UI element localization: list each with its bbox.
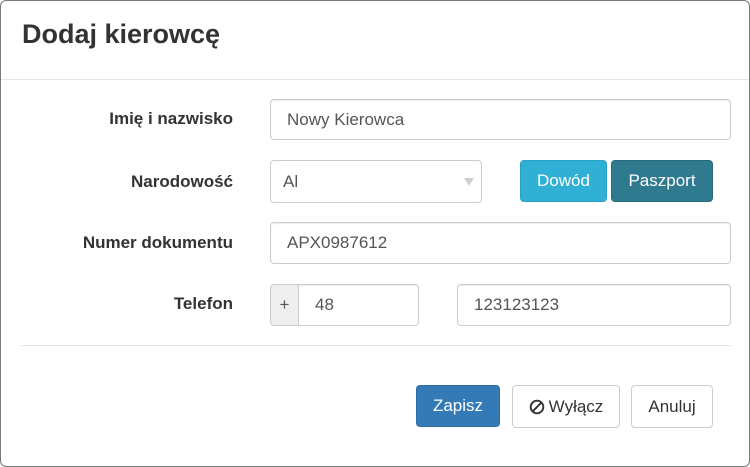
disable-button-label: Wyłącz	[548, 396, 604, 416]
phone-prefix-addon: +	[270, 284, 299, 326]
save-button[interactable]: Zapisz	[416, 385, 500, 427]
ban-icon	[529, 399, 544, 414]
footer-divider	[21, 345, 731, 346]
document-number-label: Numer dokumentu	[82, 233, 233, 252]
caret-down-icon	[464, 178, 474, 186]
name-input[interactable]	[270, 99, 731, 140]
cancel-button[interactable]: Anuluj	[631, 385, 713, 428]
id-card-button[interactable]: Dowód	[520, 160, 607, 202]
disable-button[interactable]: Wyłącz	[512, 385, 620, 428]
nationality-selected-value: Al	[283, 171, 299, 191]
nationality-select[interactable]: Al	[270, 160, 482, 203]
nationality-label: Narodowość	[130, 172, 233, 191]
passport-button[interactable]: Paszport	[611, 160, 713, 202]
dialog-title: Dodaj kierowcę	[22, 19, 221, 49]
add-driver-dialog: Dodaj kierowcę Imię i nazwisko Narodowoś…	[0, 0, 750, 467]
phone-label: Telefon	[173, 294, 233, 313]
name-label: Imię i nazwisko	[109, 109, 233, 128]
phone-number-input[interactable]	[457, 284, 731, 326]
document-number-input[interactable]	[270, 222, 731, 264]
dialog-header: Dodaj kierowcę	[1, 1, 749, 80]
phone-country-code-input[interactable]	[298, 284, 419, 326]
